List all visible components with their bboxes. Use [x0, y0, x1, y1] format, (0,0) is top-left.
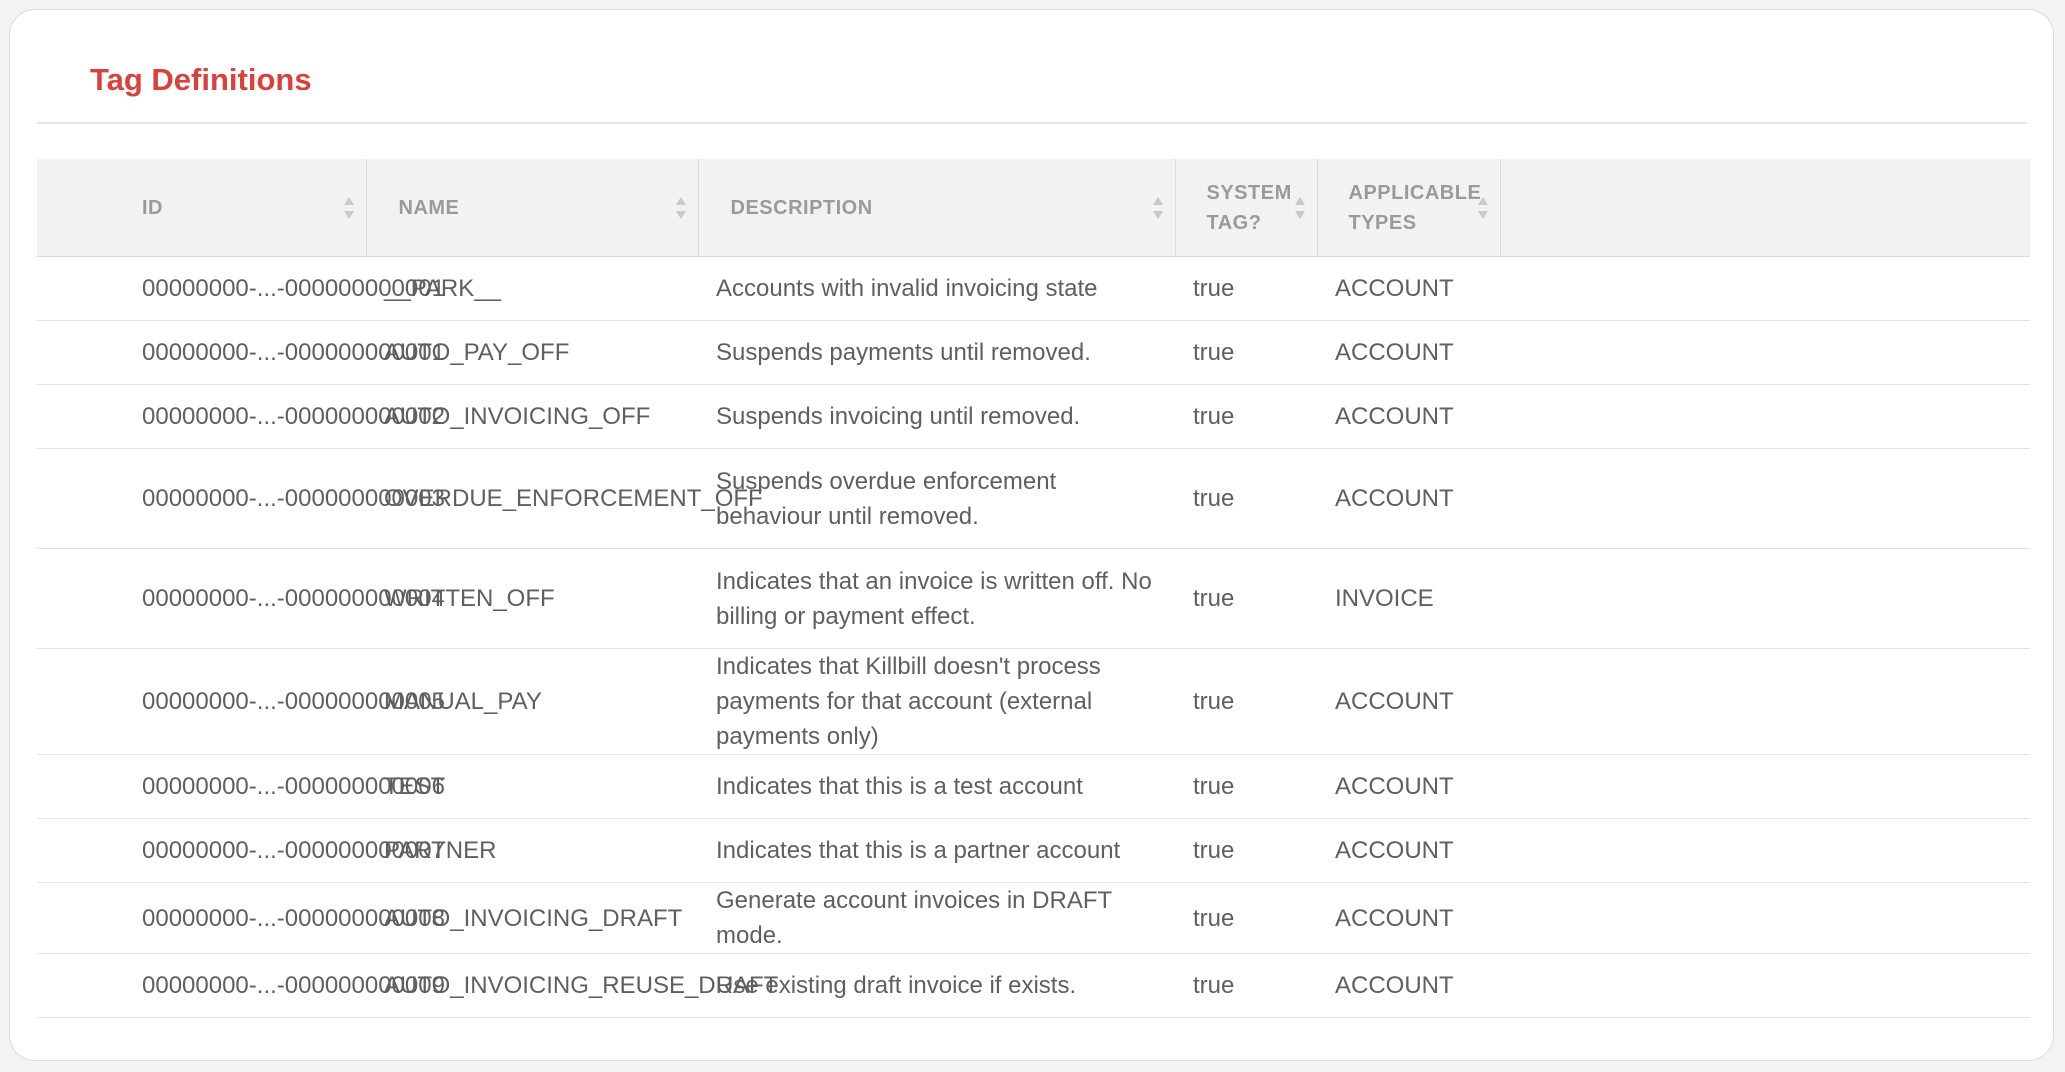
cell-system-tag: true	[1175, 548, 1317, 649]
column-header-label: NAME	[398, 196, 460, 219]
table-row[interactable]: 00000000-...-000000000009 AUTO_INVOICING…	[37, 953, 2030, 1018]
cell-id: 00000000-...-000000000001	[37, 256, 445, 321]
sort-icon	[1152, 196, 1163, 219]
cell-extra	[1500, 256, 2030, 321]
column-header-system-tag[interactable]: SYSTEM TAG?	[1175, 159, 1318, 257]
cell-id: 00000000-...-000000000006	[37, 754, 445, 819]
cell-system-tag: true	[1175, 448, 1317, 549]
table-row[interactable]: 00000000-...-000000000005 MANUAL_PAY Ind…	[37, 648, 2030, 755]
cell-description: Generate account invoices in DRAFT mode.	[698, 882, 1175, 954]
table-body: 00000000-...-000000000001 __PARK__ Accou…	[37, 256, 2030, 1018]
column-header-extra	[1500, 159, 2030, 257]
cell-applicable-types: ACCOUNT	[1317, 882, 1500, 954]
cell-id: 00000000-...-000000000003	[37, 448, 445, 549]
cell-applicable-types: ACCOUNT	[1317, 448, 1500, 549]
cell-applicable-types: ACCOUNT	[1317, 818, 1500, 883]
cell-extra	[1500, 818, 2030, 883]
cell-description: Suspends invoicing until removed.	[698, 384, 1175, 449]
cell-name: TEST	[366, 754, 698, 819]
cell-applicable-types: ACCOUNT	[1317, 384, 1500, 449]
sort-icon	[1477, 196, 1488, 219]
cell-description: Indicates that this is a test account	[698, 754, 1175, 819]
cell-id: 00000000-...-000000000001	[37, 320, 445, 385]
cell-system-tag: true	[1175, 320, 1317, 385]
cell-name: AUTO_PAY_OFF	[366, 320, 698, 385]
cell-extra	[1500, 384, 2030, 449]
cell-description: Accounts with invalid invoicing state	[698, 256, 1175, 321]
cell-applicable-types: ACCOUNT	[1317, 256, 1500, 321]
cell-description: Indicates that an invoice is written off…	[698, 548, 1175, 649]
table-row[interactable]: 00000000-...-000000000001 AUTO_PAY_OFF S…	[37, 320, 2030, 385]
cell-applicable-types: ACCOUNT	[1317, 648, 1500, 755]
cell-applicable-types: ACCOUNT	[1317, 320, 1500, 385]
cell-id: 00000000-...-000000000007	[37, 818, 445, 883]
column-header-name[interactable]: NAME	[366, 159, 699, 257]
cell-description: Use existing draft invoice if exists.	[698, 953, 1175, 1018]
cell-description: Suspends overdue enforcement behaviour u…	[698, 448, 1175, 549]
column-header-id[interactable]: ID	[37, 159, 367, 257]
cell-extra	[1500, 320, 2030, 385]
table-header-row: ID NAME DESCRIPTION SYSTEM TAG? APPLICAB…	[37, 159, 2030, 257]
cell-applicable-types: INVOICE	[1317, 548, 1500, 649]
cell-description: Indicates that Killbill doesn't process …	[698, 648, 1175, 755]
cell-name: WRITTEN_OFF	[366, 548, 698, 649]
cell-applicable-types: ACCOUNT	[1317, 754, 1500, 819]
cell-name: AUTO_INVOICING_OFF	[366, 384, 698, 449]
table-header: ID NAME DESCRIPTION SYSTEM TAG? APPLICAB…	[37, 159, 2030, 257]
cell-extra	[1500, 548, 2030, 649]
table-row[interactable]: 00000000-...-000000000003 OVERDUE_ENFORC…	[37, 448, 2030, 549]
table-row[interactable]: 00000000-...-000000000001 __PARK__ Accou…	[37, 256, 2030, 321]
cell-system-tag: true	[1175, 648, 1317, 755]
sort-icon	[343, 196, 354, 219]
column-header-label: ID	[142, 196, 163, 219]
sort-icon	[675, 196, 686, 219]
cell-applicable-types: ACCOUNT	[1317, 953, 1500, 1018]
tag-definitions-panel: Tag Definitions ID NAME DESCRIPTION SYST…	[9, 9, 2054, 1061]
column-header-description[interactable]: DESCRIPTION	[698, 159, 1176, 257]
cell-name: AUTO_INVOICING_REUSE_DRAFT	[366, 953, 778, 1018]
cell-name: MANUAL_PAY	[366, 648, 698, 755]
cell-system-tag: true	[1175, 384, 1317, 449]
tag-definitions-table: ID NAME DESCRIPTION SYSTEM TAG? APPLICAB…	[37, 159, 2030, 1018]
cell-id: 00000000-...-000000000004	[37, 548, 445, 649]
cell-name: __PARK__	[366, 256, 698, 321]
cell-id: 00000000-...-000000000009	[37, 953, 445, 1018]
page-title: Tag Definitions	[90, 62, 312, 97]
cell-extra	[1500, 882, 2030, 954]
cell-system-tag: true	[1175, 953, 1317, 1018]
cell-extra	[1500, 953, 2030, 1018]
table-row[interactable]: 00000000-...-000000000006 TEST Indicates…	[37, 754, 2030, 819]
cell-extra	[1500, 754, 2030, 819]
sort-icon	[1294, 196, 1305, 219]
cell-id: 00000000-...-000000000008	[37, 882, 445, 954]
cell-id: 00000000-...-000000000002	[37, 384, 445, 449]
cell-extra	[1500, 448, 2030, 549]
cell-system-tag: true	[1175, 818, 1317, 883]
cell-system-tag: true	[1175, 882, 1317, 954]
table-row[interactable]: 00000000-...-000000000008 AUTO_INVOICING…	[37, 882, 2030, 954]
table-row[interactable]: 00000000-...-000000000002 AUTO_INVOICING…	[37, 384, 2030, 449]
cell-system-tag: true	[1175, 754, 1317, 819]
title-divider	[37, 122, 2027, 124]
table-row[interactable]: 00000000-...-000000000007 PARTNER Indica…	[37, 818, 2030, 883]
cell-name: OVERDUE_ENFORCEMENT_OFF	[366, 448, 763, 549]
column-header-label: DESCRIPTION	[730, 196, 873, 219]
cell-name: PARTNER	[366, 818, 698, 883]
column-header-applicable-types[interactable]: APPLICABLE TYPES	[1317, 159, 1501, 257]
cell-id: 00000000-...-000000000005	[37, 648, 445, 755]
table-row[interactable]: 00000000-...-000000000004 WRITTEN_OFF In…	[37, 548, 2030, 649]
cell-extra	[1500, 648, 2030, 755]
cell-system-tag: true	[1175, 256, 1317, 321]
cell-name: AUTO_INVOICING_DRAFT	[366, 882, 698, 954]
tag-definitions-table-container: ID NAME DESCRIPTION SYSTEM TAG? APPLICAB…	[37, 159, 2030, 1018]
cell-description: Suspends payments until removed.	[698, 320, 1175, 385]
cell-description: Indicates that this is a partner account	[698, 818, 1175, 883]
